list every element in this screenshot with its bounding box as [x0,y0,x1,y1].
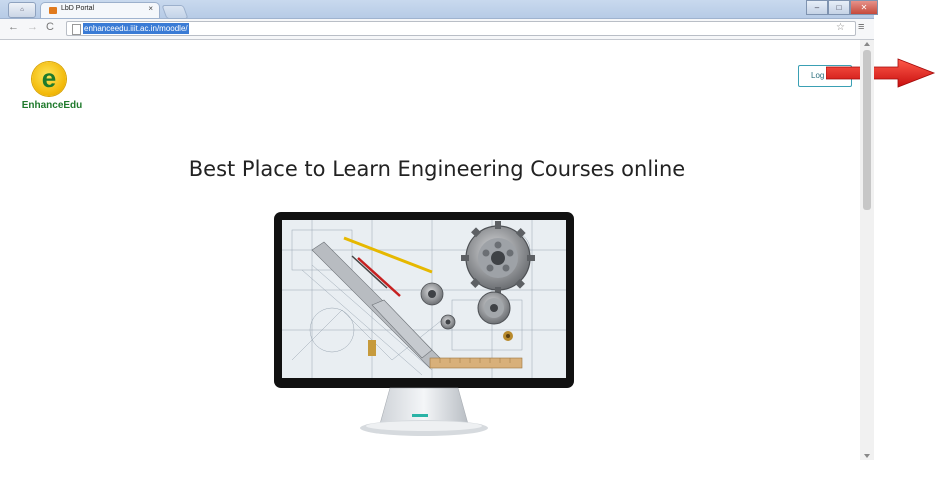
menu-icon[interactable]: ≡ [858,21,864,33]
forward-icon[interactable]: → [27,21,38,33]
close-window-button[interactable]: ✕ [850,0,878,15]
app-menu-button[interactable]: ⌂ [8,2,36,18]
page-icon [72,24,81,35]
red-arrow-annotation-icon [826,58,936,88]
tab-close-icon[interactable]: × [148,4,153,13]
maximize-button[interactable]: □ [828,0,850,15]
scroll-thumb[interactable] [863,50,871,210]
page-headline: Best Place to Learn Engineering Courses … [188,157,686,181]
enhanceedu-logo[interactable]: e EnhanceEdu [16,60,88,116]
scroll-up-icon[interactable] [864,42,870,46]
page-scrollbar[interactable] [860,40,874,460]
browser-titlebar: ⌂ LbD Portal × – □ ✕ [0,0,878,19]
scroll-down-icon[interactable] [864,454,870,458]
address-bar[interactable]: enhanceedu.iiit.ac.in/moodle/ ☆ [66,21,856,36]
back-icon[interactable]: ← [8,21,19,33]
tab-lbd-portal[interactable]: LbD Portal × [40,2,160,18]
new-tab-button[interactable] [161,5,189,19]
window-controls: – □ ✕ [806,0,878,15]
browser-toolbar: ← → C enhanceedu.iiit.ac.in/moodle/ ☆ ≡ [0,19,874,40]
favicon-icon [49,7,57,14]
logo-text: EnhanceEdu [21,100,83,111]
reload-icon[interactable]: C [46,21,54,33]
logo-letter: e [41,63,57,93]
url-text[interactable]: enhanceedu.iiit.ac.in/moodle/ [83,23,189,34]
minimize-button[interactable]: – [806,0,828,15]
star-icon[interactable]: ☆ [836,22,845,33]
engineering-monitor-image [274,212,574,436]
tab-title: LbD Portal [61,5,95,12]
